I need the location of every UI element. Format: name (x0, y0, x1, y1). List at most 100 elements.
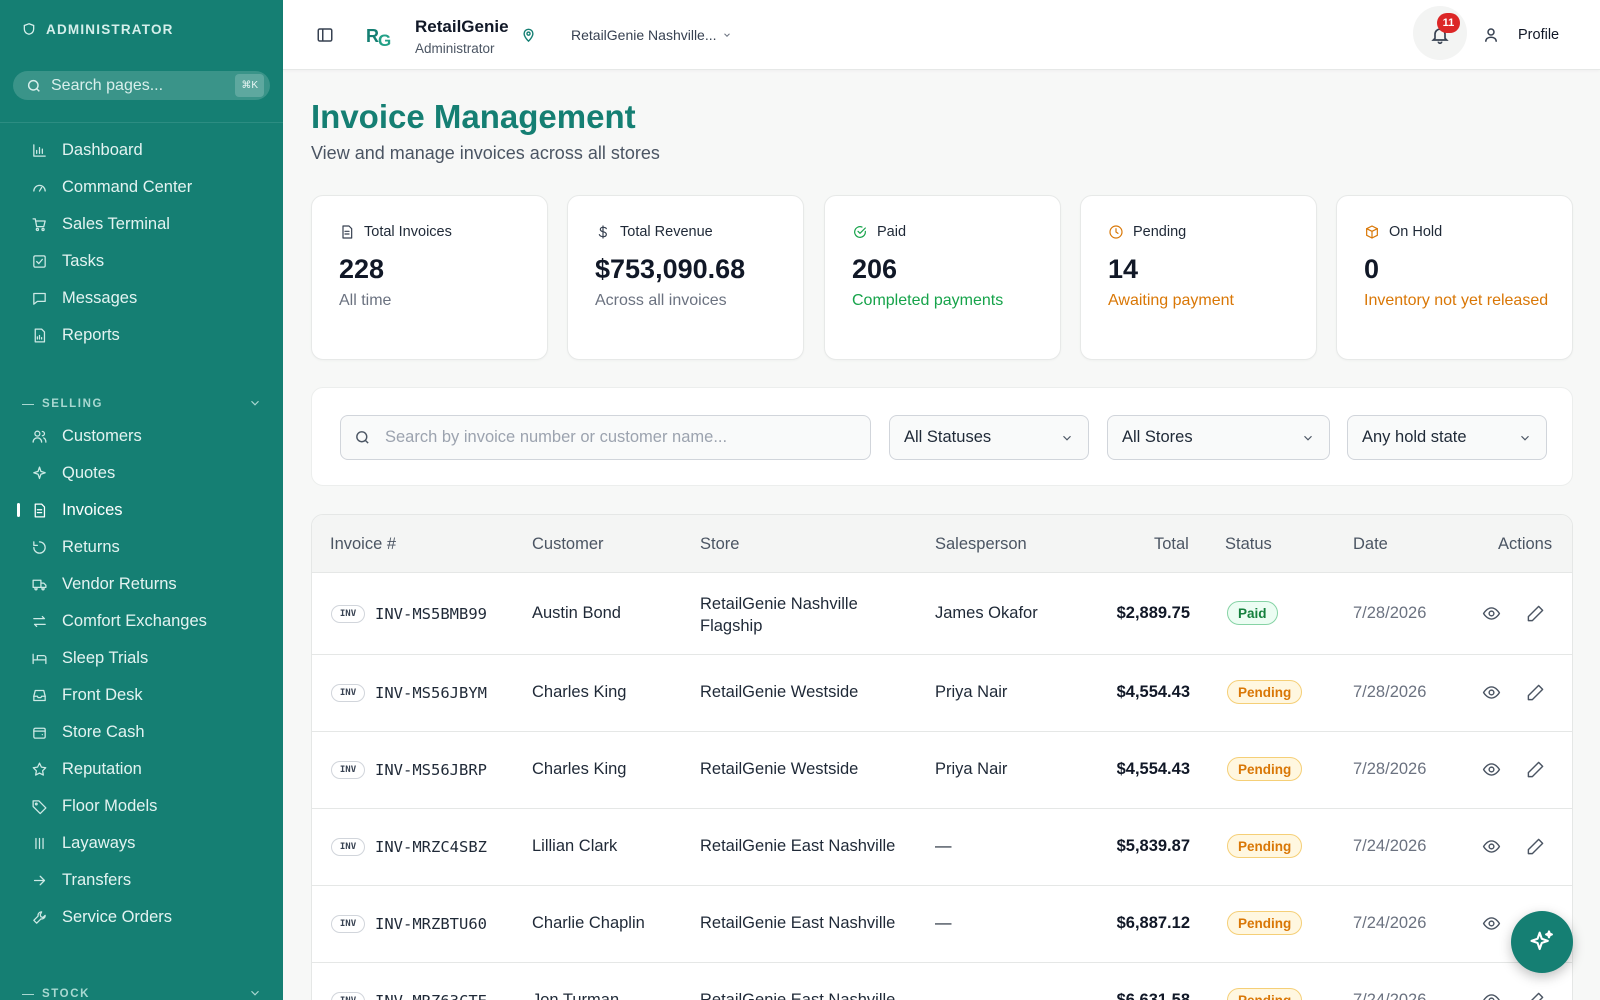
invoice-number[interactable]: INV-MRZ63CTE (375, 992, 487, 1000)
column-header-customer[interactable]: Customer (532, 535, 604, 554)
ai-assistant-button[interactable] (1511, 911, 1573, 973)
filter-bar: All Statuses All Stores Any hold state (311, 387, 1573, 486)
salesperson: Priya Nair (935, 683, 1008, 701)
sidebar-item-sleep-trials[interactable]: Sleep Trials (0, 641, 283, 675)
sidebar-item-invoices[interactable]: Invoices (0, 493, 283, 527)
user-role: Administrator (415, 41, 495, 56)
store-filter[interactable]: All Stores (1107, 415, 1330, 460)
sidebar-item-dashboard[interactable]: Dashboard (0, 133, 283, 167)
invoice-tag: INV (331, 684, 365, 702)
table-row[interactable]: INV INV-MS5BMB99 Austin Bond RetailGenie… (312, 573, 1572, 655)
column-header-salesperson[interactable]: Salesperson (935, 535, 1027, 554)
sidebar-item-service-orders[interactable]: Service Orders (0, 900, 283, 934)
status-filter[interactable]: All Statuses (889, 415, 1089, 460)
sidebar-item-vendor-returns[interactable]: Vendor Returns (0, 567, 283, 601)
section-stock[interactable]: STOCK (22, 988, 262, 1000)
column-header-store[interactable]: Store (700, 535, 739, 554)
pencil-icon[interactable] (1526, 604, 1545, 623)
invoice-number[interactable]: INV-MS56JBRP (375, 761, 487, 779)
stat-value: $753,090.68 (595, 254, 746, 284)
role-label: ADMINISTRATOR (46, 21, 174, 37)
table-row[interactable]: INV INV-MRZBTU60 Charlie Chaplin RetailG… (312, 886, 1572, 963)
eye-icon[interactable] (1482, 683, 1501, 702)
sidebar-item-label: Quotes (62, 463, 116, 482)
sidebar-item-comfort-exchanges[interactable]: Comfort Exchanges (0, 604, 283, 638)
sidebar-item-command-center[interactable]: Command Center (0, 170, 283, 204)
store-name: RetailGenie Westside (700, 683, 859, 701)
pencil-icon[interactable] (1526, 837, 1545, 856)
eye-icon[interactable] (1482, 991, 1501, 1000)
eye-icon[interactable] (1482, 837, 1501, 856)
sidebar-item-label: Transfers (62, 870, 132, 889)
sidebar-item-reputation[interactable]: Reputation (0, 752, 283, 786)
profile-button[interactable]: Profile (1518, 27, 1559, 43)
invoice-search-input[interactable] (385, 428, 855, 447)
store-selector[interactable]: RetailGenie Nashville... (571, 27, 732, 43)
table-row[interactable]: INV INV-MS56JBRP Charles King RetailGeni… (312, 732, 1572, 809)
invoice-date: 7/28/2026 (1353, 760, 1427, 778)
sidebar-item-label: Returns (62, 537, 120, 556)
pencil-icon[interactable] (1526, 683, 1545, 702)
sidebar-item-front-desk[interactable]: Front Desk (0, 678, 283, 712)
sidebar-item-reports[interactable]: Reports (0, 318, 283, 352)
invoice-tag: INV (331, 761, 365, 779)
column-header-status[interactable]: Status (1225, 535, 1272, 554)
eye-icon[interactable] (1482, 604, 1501, 623)
invoice-number[interactable]: INV-MRZBTU60 (375, 915, 487, 933)
customer-name: Charles King (532, 760, 627, 778)
pencil-icon[interactable] (1526, 991, 1545, 1000)
sidebar-toggle-icon[interactable] (316, 26, 334, 44)
stat-card-total-revenue: Total Revenue $753,090.68 Across all inv… (567, 195, 804, 360)
sidebar-item-sales-terminal[interactable]: Sales Terminal (0, 207, 283, 241)
stat-sub: Across all invoices (595, 292, 727, 309)
pencil-icon[interactable] (1526, 760, 1545, 779)
sidebar-item-quotes[interactable]: Quotes (0, 456, 283, 490)
sidebar-item-returns[interactable]: Returns (0, 530, 283, 564)
column-header-date[interactable]: Date (1353, 535, 1388, 554)
invoice-number[interactable]: INV-MRZC4SBZ (375, 838, 487, 856)
invoice-total: $2,889.75 (1116, 604, 1190, 622)
sidebar-item-label: Front Desk (62, 685, 143, 704)
sidebar-item-customers[interactable]: Customers (0, 419, 283, 453)
stat-label: Total Revenue (620, 224, 713, 240)
section-selling[interactable]: SELLING (22, 398, 262, 410)
customer-name: Charles King (532, 683, 627, 701)
hold-filter[interactable]: Any hold state (1347, 415, 1547, 460)
invoices-table: Invoice # Customer Store Salesperson Tot… (311, 514, 1573, 1000)
sidebar-search[interactable]: Search pages... ⌘K (13, 71, 270, 100)
section-dash (22, 993, 34, 995)
stat-card-paid: Paid 206 Completed payments (824, 195, 1061, 360)
sidebar-search-placeholder: Search pages... (51, 76, 164, 94)
cash-icon (33, 727, 46, 739)
table-row[interactable]: INV INV-MRZC4SBZ Lillian Clark RetailGen… (312, 809, 1572, 886)
sidebar-item-transfers[interactable]: Transfers (0, 863, 283, 897)
invoice-number[interactable]: INV-MS56JBYM (375, 684, 487, 702)
sidebar-item-store-cash[interactable]: Store Cash (0, 715, 283, 749)
eye-icon[interactable] (1482, 914, 1501, 933)
shield-icon (23, 23, 35, 35)
invoice-tag: INV (331, 992, 365, 1000)
customer-name: Charlie Chaplin (532, 914, 645, 932)
sidebar-item-messages[interactable]: Messages (0, 281, 283, 315)
salesperson: — (935, 837, 952, 855)
sidebar-item-label: Reports (62, 325, 120, 344)
eye-icon[interactable] (1482, 760, 1501, 779)
tag-icon (32, 799, 47, 814)
sidebar-item-layaways[interactable]: Layaways (0, 826, 283, 860)
sidebar-item-floor-models[interactable]: Floor Models (0, 789, 283, 823)
column-header-total[interactable]: Total (1154, 535, 1189, 554)
table-header: Invoice # Customer Store Salesperson Tot… (312, 515, 1572, 573)
sidebar-item-tasks[interactable]: Tasks (0, 244, 283, 278)
column-header-invoice[interactable]: Invoice # (330, 535, 396, 554)
invoice-search[interactable] (340, 415, 871, 460)
table-row[interactable]: INV INV-MS56JBYM Charles King RetailGeni… (312, 655, 1572, 732)
stat-sub: Completed payments (852, 292, 1004, 309)
table-row[interactable]: INV INV-MRZ63CTE Jon Turman RetailGenie … (312, 963, 1572, 1000)
notification-badge: 11 (1437, 13, 1460, 33)
sidebar-item-label: Messages (62, 288, 138, 307)
clock-icon (1109, 225, 1123, 239)
invoice-number[interactable]: INV-MS5BMB99 (375, 605, 487, 623)
invoice-tag: INV (331, 915, 365, 933)
store-name: RetailGenie East Nashville (700, 991, 896, 1000)
invoice-tag: INV (331, 838, 365, 856)
